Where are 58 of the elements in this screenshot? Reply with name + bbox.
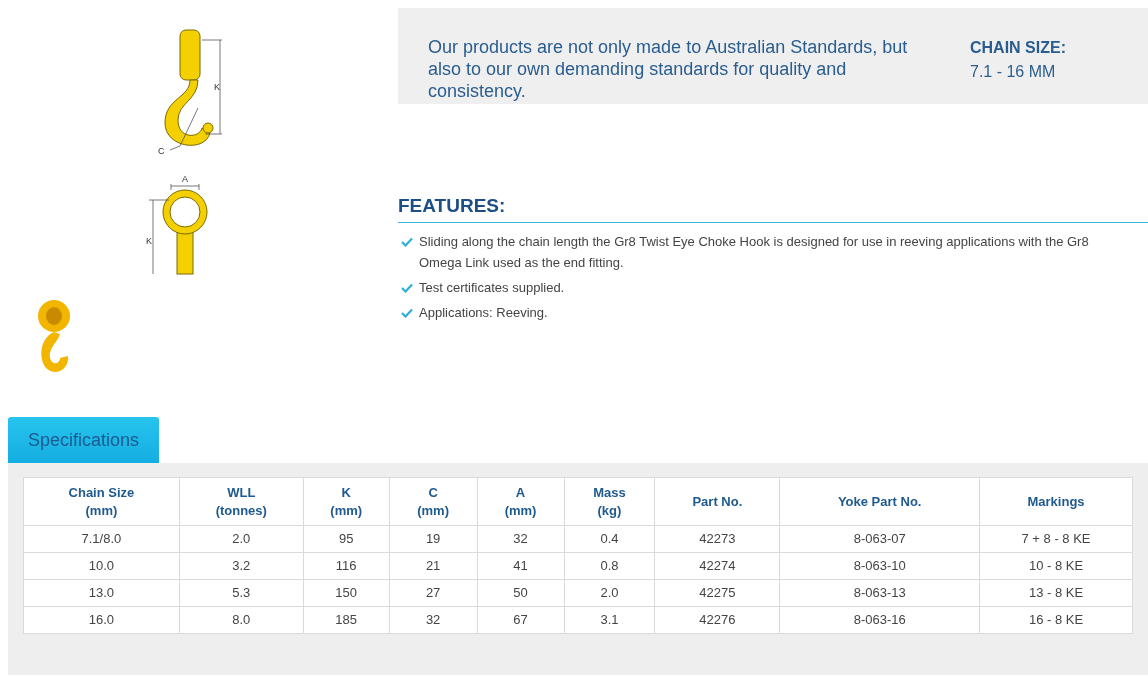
table-cell: 42275	[654, 579, 780, 607]
table-cell: 10.0	[23, 552, 180, 580]
table-cell: 8-063-16	[779, 606, 980, 634]
table-cell: 2.0	[179, 525, 304, 553]
table-cell: 150	[303, 579, 390, 607]
feature-text: Applications: Reeving.	[419, 303, 548, 322]
chain-size-label: CHAIN SIZE:	[970, 38, 1066, 58]
table-cell: 42274	[654, 552, 780, 580]
intro-text: Our products are not only made to Australian Standards, but also to our own demanding standards for quality and consistency.	[428, 36, 909, 102]
column-header: WLL (tonnes)	[179, 477, 304, 526]
table-cell: 41	[477, 552, 564, 580]
table-cell: 10 - 8 KE	[979, 552, 1133, 580]
hook-diagram-drawing: K C	[150, 28, 230, 158]
table-cell: 21	[389, 552, 478, 580]
specifications-tab[interactable]: Specifications	[8, 417, 159, 463]
table-cell: 2.0	[564, 579, 655, 607]
table-cell: 5.3	[179, 579, 304, 607]
table-cell: 8.0	[179, 606, 304, 634]
table-cell: 8-063-13	[779, 579, 980, 607]
table-cell: 3.1	[564, 606, 655, 634]
chain-size-value: 7.1 - 16 MM	[970, 62, 1057, 82]
table-cell: 7 + 8 - 8 KE	[979, 525, 1133, 553]
column-header: C (mm)	[389, 477, 478, 526]
table-cell: 185	[303, 606, 390, 634]
feature-text: Test certificates supplied.	[419, 278, 565, 297]
table-cell: 7.1/8.0	[23, 525, 180, 553]
column-header: Mass (kg)	[564, 477, 655, 526]
table-cell: 27	[389, 579, 478, 607]
check-icon	[401, 282, 413, 293]
table-cell: 8-063-07	[779, 525, 980, 553]
table-cell: 19	[389, 525, 478, 553]
table-cell: 3.2	[179, 552, 304, 580]
column-header: A (mm)	[477, 477, 564, 526]
table-cell: 42273	[654, 525, 780, 553]
column-header: Markings	[979, 477, 1133, 526]
eye-diagram-drawing: A K	[145, 172, 225, 282]
column-header: Yoke Part No.	[779, 477, 980, 526]
table-cell: 8-063-10	[779, 552, 980, 580]
table-cell: 67	[477, 606, 564, 634]
table-cell: 13.0	[23, 579, 180, 607]
table-cell: 0.4	[564, 525, 655, 553]
feature-text: Sliding along the chain length the Gr8 Twist Eye Choke Hook is designed for use in reeving applications with the Gr8 Omega Link used as the end fitting.	[419, 232, 1090, 272]
column-header: K (mm)	[303, 477, 390, 526]
table-cell: 50	[477, 579, 564, 607]
table-cell: 16.0	[23, 606, 180, 634]
check-icon	[401, 307, 413, 318]
table-cell: 32	[477, 525, 564, 553]
table-cell: 16 - 8 KE	[979, 606, 1133, 634]
table-cell: 0.8	[564, 552, 655, 580]
table-cell: 13 - 8 KE	[979, 579, 1133, 607]
table-cell: 116	[303, 552, 390, 580]
column-header: Part No.	[654, 477, 780, 526]
table-cell: 32	[389, 606, 478, 634]
features-heading: FEATURES:	[398, 192, 1148, 223]
column-header: Chain Size (mm)	[23, 477, 180, 526]
table-cell: 95	[303, 525, 390, 553]
check-icon	[401, 236, 413, 247]
table-cell: 42276	[654, 606, 780, 634]
